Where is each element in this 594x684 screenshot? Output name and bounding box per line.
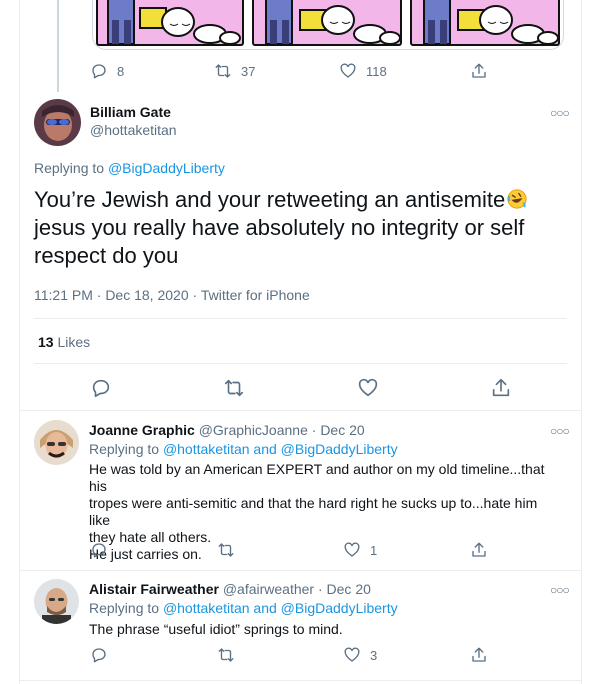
reply-button[interactable] xyxy=(90,377,112,399)
like-button[interactable]: 3 xyxy=(343,646,377,664)
reply-button[interactable]: 8 xyxy=(90,62,124,80)
reply-text: He was told by an American EXPERT and au… xyxy=(89,461,559,563)
retweet-icon xyxy=(224,379,244,397)
retweet-button[interactable] xyxy=(217,541,235,559)
reply-line: He just carries on. xyxy=(89,546,202,562)
replying-prefix: Replying to xyxy=(89,441,160,457)
avatar[interactable] xyxy=(34,99,81,146)
reply-icon xyxy=(92,379,110,398)
reply-date[interactable]: · Dec 20 xyxy=(312,422,365,438)
like-count: 3 xyxy=(370,647,378,663)
likes-label: Likes xyxy=(57,334,91,350)
comic-panel-1 xyxy=(96,0,244,46)
thread-line xyxy=(57,0,59,92)
replying-prefix: Replying to xyxy=(89,600,160,616)
retweet-button[interactable]: 37 xyxy=(214,62,255,80)
comic-image[interactable] xyxy=(92,0,564,50)
retweet-icon xyxy=(218,543,234,557)
reply-line: tropes were anti-semitic and that the ha… xyxy=(89,495,538,528)
reply-header: Joanne Graphic @GraphicJoanne · Dec 20 xyxy=(89,422,365,438)
divider xyxy=(34,318,567,319)
share-button[interactable] xyxy=(470,646,488,664)
heart-icon xyxy=(344,647,360,662)
heart-icon xyxy=(344,542,360,557)
likes-summary[interactable]: 13 Likes xyxy=(38,334,90,350)
author-handle[interactable]: @hottaketitan xyxy=(90,122,177,138)
reply-author-handle[interactable]: @afairweather xyxy=(223,581,314,597)
more-icon[interactable]: ○○○ xyxy=(550,583,570,597)
tweet-timestamp[interactable]: 11:21 PM · Dec 18, 2020 xyxy=(34,287,189,303)
comic-panel-2 xyxy=(252,0,402,46)
retweet-icon xyxy=(215,64,231,78)
replying-link[interactable]: @hottaketitan and @BigDaddyLiberty xyxy=(163,600,398,616)
reply-line: they hate all others. xyxy=(89,529,212,545)
replying-to: Replying to @hottaketitan and @BigDaddyL… xyxy=(89,600,398,616)
replying-to: Replying to @BigDaddyLiberty xyxy=(34,160,225,176)
reply-line: The phrase “useful idiot” springs to min… xyxy=(89,621,343,637)
reply-author-name[interactable]: Alistair Fairweather xyxy=(89,581,219,597)
retweet-button[interactable] xyxy=(223,377,245,399)
tweet-text-cont: jesus you really have absolutely no inte… xyxy=(34,215,525,268)
divider xyxy=(19,680,582,681)
reply-author-name[interactable]: Joanne Graphic xyxy=(89,422,195,438)
reply-text: The phrase “useful idiot” springs to min… xyxy=(89,621,559,638)
reply-icon xyxy=(92,64,106,79)
share-icon xyxy=(492,378,510,397)
replying-link[interactable]: @BigDaddyLiberty xyxy=(108,160,225,176)
share-icon xyxy=(472,63,486,78)
like-button[interactable]: 118 xyxy=(339,62,387,80)
like-button[interactable]: 1 xyxy=(343,541,377,559)
author-name[interactable]: Billiam Gate xyxy=(90,104,171,120)
reply-line: He was told by an American EXPERT and au… xyxy=(89,461,545,494)
likes-count: 13 xyxy=(38,334,54,350)
tweet-meta: 11:21 PM · Dec 18, 2020 · Twitter for iP… xyxy=(34,287,310,303)
share-button[interactable] xyxy=(470,541,488,559)
reply-header: Alistair Fairweather @afairweather · Dec… xyxy=(89,581,371,597)
tweet-source[interactable]: Twitter for iPhone xyxy=(201,287,310,303)
avatar[interactable] xyxy=(34,420,79,465)
retweet-icon xyxy=(218,648,234,662)
reply-icon xyxy=(92,543,106,558)
replying-prefix: Replying to xyxy=(34,160,105,176)
like-count: 1 xyxy=(370,542,378,558)
divider xyxy=(19,570,582,571)
replying-link[interactable]: @hottaketitan and @BigDaddyLiberty xyxy=(163,441,398,457)
reply-author-handle[interactable]: @GraphicJoanne xyxy=(199,422,308,438)
retweet-button[interactable] xyxy=(217,646,235,664)
like-count: 118 xyxy=(366,63,387,79)
share-icon xyxy=(472,647,486,662)
divider xyxy=(34,363,567,364)
reply-count: 8 xyxy=(117,63,125,79)
retweet-count: 37 xyxy=(241,63,256,79)
tweet-text: You’re Jewish and your retweeting an ant… xyxy=(34,186,554,270)
share-button[interactable] xyxy=(490,377,512,399)
reply-button[interactable] xyxy=(90,541,108,559)
heart-icon xyxy=(340,63,356,78)
comic-panel-3 xyxy=(410,0,560,46)
heart-icon xyxy=(358,378,378,397)
avatar[interactable] xyxy=(34,579,79,624)
share-button[interactable] xyxy=(470,62,488,80)
reply-button[interactable] xyxy=(90,646,108,664)
rolling-laughing-emoji-icon xyxy=(507,189,527,209)
reply-icon xyxy=(92,648,106,663)
tweet-text-main: You’re Jewish and your retweeting an ant… xyxy=(34,187,506,212)
like-button[interactable] xyxy=(357,377,379,399)
more-icon[interactable]: ○○○ xyxy=(550,106,570,120)
share-icon xyxy=(472,542,486,557)
reply-date[interactable]: · Dec 20 xyxy=(318,581,371,597)
replying-to: Replying to @hottaketitan and @BigDaddyL… xyxy=(89,441,398,457)
more-icon[interactable]: ○○○ xyxy=(550,424,570,438)
divider xyxy=(19,410,582,411)
